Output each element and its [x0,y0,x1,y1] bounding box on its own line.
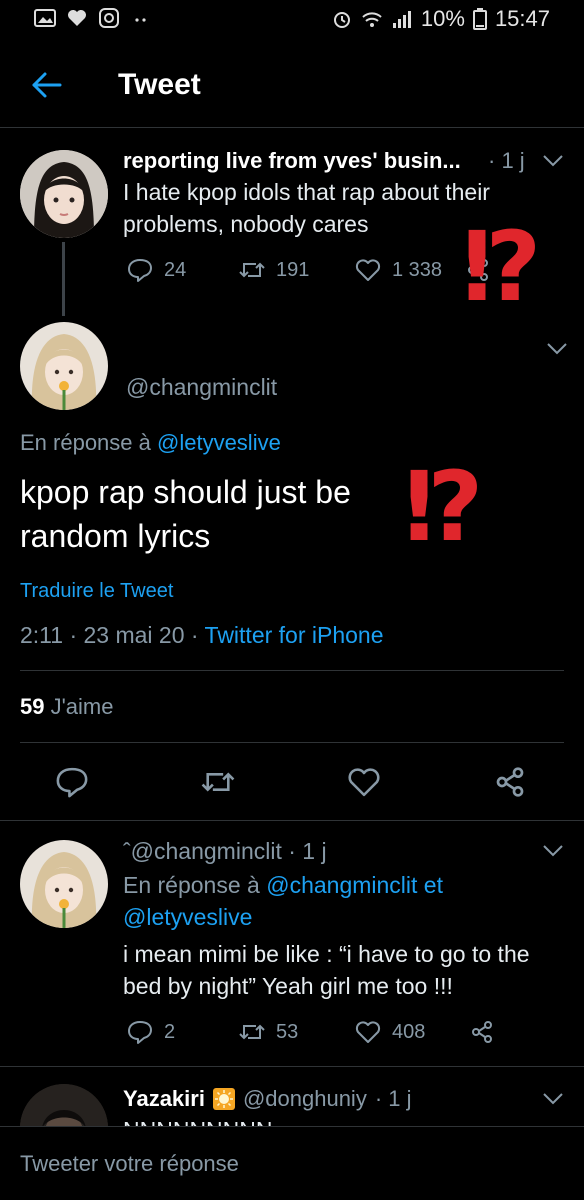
divider [20,670,564,671]
avatar-portrait-icon [20,840,108,928]
reply-reply-count: 2 [164,1020,176,1043]
next-tweet-text: NNNNNNNNN [123,1114,273,1126]
translate-tweet-link[interactable]: Traduire le Tweet [20,580,173,603]
parent-reply-action[interactable]: 24 [126,256,186,284]
main-reply-context: En réponse à @letyveslive [20,430,281,456]
parent-tweet-text-line2: problems, nobody cares [123,211,369,237]
next-time-ago: · 1 j [374,1086,412,1111]
parent-display-name[interactable]: reporting live from yves' busin... [123,148,461,174]
next-display-name[interactable]: Yazakiri [123,1086,205,1112]
likes-count: 59 [20,694,45,719]
reply-to-link[interactable]: @letyveslive [157,430,281,455]
likes-label: J'aime [50,694,114,719]
next-handle[interactable]: @donghuniy [243,1086,367,1112]
likes-summary[interactable]: 59 J'aime [20,694,114,720]
next-tweet-header: Yazakiri @donghuniy · 1 j [123,1086,412,1112]
reply-like-action[interactable]: 408 [354,1018,425,1046]
thread-connector [62,242,65,316]
share-icon[interactable] [470,1020,494,1044]
chevron-down-icon[interactable] [542,1092,564,1106]
avatar-portrait-icon [20,322,108,410]
parent-like-count: 1 338 [392,258,443,281]
parent-reply-count: 24 [164,258,187,281]
retweet-icon [239,262,265,278]
divider [20,742,564,743]
main-tweet-timestamp-row: 2:11 · 23 mai 20 · Twitter for iPhone [20,622,384,649]
sun-emoji-icon [212,1088,235,1110]
gallery-notification-icon [34,9,56,27]
clock: 15:47 [494,6,550,31]
reply-composer[interactable]: Tweeter votre réponse [0,1126,584,1200]
main-tweet-timestamp: 2:11 · 23 mai 20 · [20,622,199,648]
chevron-down-icon[interactable] [542,154,564,168]
parent-tweet-avatar[interactable] [20,150,108,238]
chevron-down-icon[interactable] [542,844,564,858]
main-tweet-handle[interactable]: @changminclit [126,374,277,401]
status-right: 10% 15:47 [331,6,550,32]
main-tweet-text-line2: random lyrics [20,518,211,554]
heart-icon [355,1021,381,1043]
avatar-portrait-icon [20,150,108,238]
overlay-interrobang-2: ⁉ [404,454,484,561]
parent-like-action[interactable]: 1 338 [354,256,442,284]
alarm-icon [333,12,350,28]
more-notifications-icon [135,18,146,22]
instagram-notification-icon [99,8,119,28]
share-icon[interactable] [494,766,526,798]
chevron-down-icon[interactable] [546,342,568,356]
status-bar: 10% 15:47 [0,0,584,40]
retweet-icon [239,1024,265,1040]
reply-icon[interactable] [54,764,90,800]
reply-icon [128,259,152,282]
heart-notification-icon [68,10,86,26]
reply-context-line1: En réponse à @changminclit et [123,872,443,899]
reply-like-count: 408 [392,1020,426,1043]
reply-retweet-count: 53 [276,1020,299,1043]
reply-tweet-text-line2: bed by night” Yeah girl me too !!! [123,973,453,999]
back-arrow-icon[interactable] [30,70,64,100]
retweet-icon[interactable] [200,764,236,800]
battery-percent: 10% [420,6,465,31]
divider [0,820,584,821]
page-title: Tweet [118,68,201,101]
reply-input-placeholder[interactable]: Tweeter votre réponse [20,1151,239,1177]
main-tweet-avatar[interactable] [20,322,108,410]
reply-to-link-1[interactable]: @changminclit et [266,872,443,898]
reply-reply-action[interactable]: 2 [126,1018,175,1046]
wifi-icon [362,12,382,27]
app-header: Tweet [0,52,584,128]
status-left-icons [34,8,152,28]
parent-time-ago: · 1 j [488,148,525,173]
reply-tweet-avatar[interactable] [20,840,108,928]
main-tweet-text-line1: kpop rap should just be [20,474,351,510]
parent-retweet-action[interactable]: 191 [238,256,309,284]
parent-tweet-text-line1: I hate kpop idols that rap about their [123,179,490,205]
reply-tweet-text-line1: i mean mimi be like : “i have to go to t… [123,941,530,967]
heart-icon[interactable] [346,764,382,800]
battery-icon [472,8,487,30]
reply-retweet-action[interactable]: 53 [238,1018,298,1046]
overlay-interrobang-1: ⁉ [462,214,542,321]
reply-prefix: En réponse à [20,430,151,455]
tweet-source-link[interactable]: Twitter for iPhone [205,622,384,648]
reply-to-link-2[interactable]: @letyveslive [123,904,252,931]
parent-retweet-count: 191 [276,258,310,281]
reply-handle-line[interactable]: ˆ@changminclit · 1 j [123,838,327,865]
reply-prefix: En réponse à [123,872,260,898]
divider [0,1066,584,1067]
heart-icon [355,259,381,281]
reply-icon [128,1021,152,1044]
signal-icon [392,11,411,28]
